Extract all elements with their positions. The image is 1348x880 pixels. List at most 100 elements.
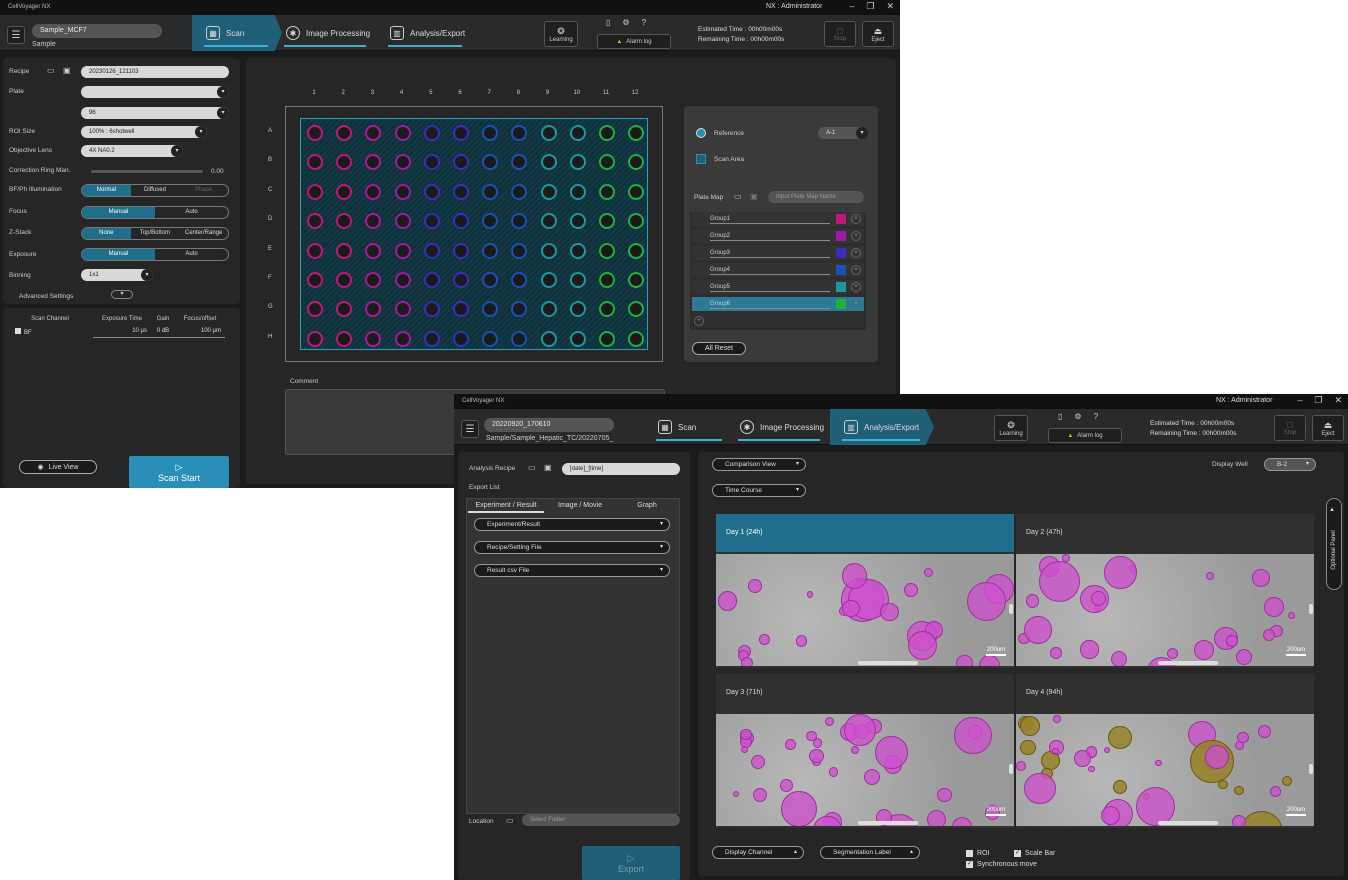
well[interactable] [365, 301, 382, 318]
comparison-view-select[interactable]: Comparison View ▾ [712, 458, 806, 471]
document-icon[interactable]: ▯ [606, 18, 610, 27]
well[interactable] [599, 125, 615, 141]
well[interactable] [453, 183, 469, 200]
well[interactable] [540, 301, 557, 318]
remove-group-icon[interactable]: × [851, 231, 861, 241]
well[interactable] [599, 242, 615, 259]
time-course-select[interactable]: Time Course ▾ [712, 484, 806, 497]
settings-icon[interactable]: ⚙ [1074, 412, 1081, 421]
group-color-swatch[interactable] [836, 265, 846, 275]
export-button[interactable]: ▷ Export [582, 846, 680, 880]
zstack-none[interactable]: None [82, 228, 131, 239]
learning-button[interactable]: ❂ Learning [544, 21, 578, 47]
horizontal-scrollbar[interactable] [858, 661, 918, 665]
well[interactable] [453, 213, 469, 230]
export-item[interactable]: Experiment/Result ▾ [474, 518, 670, 531]
well[interactable] [307, 125, 323, 141]
group-color-swatch[interactable] [836, 231, 846, 241]
display-well-select[interactable]: B-2 ▾ [1264, 458, 1316, 471]
group-color-swatch[interactable] [836, 299, 846, 309]
folder-icon[interactable]: ▭ [506, 816, 514, 825]
well[interactable] [599, 330, 615, 347]
well[interactable] [482, 213, 499, 230]
group-item[interactable]: Group3 × [692, 246, 864, 260]
well[interactable] [599, 154, 615, 171]
well[interactable] [511, 183, 528, 200]
exposure-auto[interactable]: Auto [155, 249, 228, 260]
help-icon[interactable]: ? [1094, 412, 1098, 421]
well[interactable] [423, 272, 440, 288]
well[interactable] [453, 301, 469, 318]
well[interactable] [482, 242, 499, 259]
location-field[interactable]: Select Folder [522, 814, 680, 826]
well[interactable] [599, 213, 615, 230]
focus-toggle[interactable]: Manual Auto [81, 206, 229, 219]
menu-icon[interactable]: ☰ [7, 26, 25, 44]
well[interactable] [482, 183, 499, 200]
segmentation-label-select[interactable]: Segmentation Label ▴ [820, 846, 920, 859]
well[interactable] [482, 330, 499, 347]
well[interactable] [423, 242, 440, 259]
horizontal-scrollbar[interactable] [1158, 821, 1218, 825]
well[interactable] [511, 330, 528, 347]
group-item[interactable]: Group6 × [692, 297, 864, 311]
bf-diffused[interactable]: Diffused [131, 185, 180, 196]
restore-icon[interactable]: ❐ [866, 1, 874, 12]
minimize-icon[interactable]: – [849, 1, 854, 12]
well[interactable] [628, 272, 645, 288]
zstack-top-bottom[interactable]: Top/Bottom [131, 228, 180, 239]
well[interactable] [423, 213, 440, 230]
well[interactable] [511, 242, 528, 259]
well[interactable] [540, 330, 557, 347]
sync-move-checkbox[interactable]: ✓ Synchronous move [966, 861, 1037, 868]
well[interactable] [599, 272, 615, 288]
well[interactable] [628, 242, 645, 259]
all-reset-button[interactable]: All Reset [692, 342, 746, 355]
well[interactable] [394, 272, 411, 288]
zstack-toggle[interactable]: None Top/Bottom Center/Range [81, 227, 229, 240]
well[interactable] [365, 272, 382, 288]
well[interactable] [394, 330, 411, 347]
analysis-recipe-field[interactable]: [date]_[time] [562, 463, 680, 475]
sample-name-field[interactable]: 20220920_170610 [484, 418, 614, 432]
well[interactable] [511, 272, 528, 288]
well[interactable] [394, 213, 411, 230]
export-item[interactable]: Result csv File ▾ [474, 564, 670, 577]
well[interactable] [540, 125, 557, 141]
cell-image[interactable]: 200um [1016, 714, 1314, 826]
learning-button[interactable]: ❂ Learning [994, 415, 1028, 441]
day-image-card[interactable]: Day 3 (71h) 200um [716, 674, 1014, 828]
well[interactable] [569, 154, 586, 171]
remove-group-icon[interactable]: × [851, 214, 861, 224]
scale-bar-checkbox[interactable]: ✓ Scale Bar [1014, 850, 1055, 857]
well[interactable] [307, 272, 323, 288]
well[interactable] [569, 183, 586, 200]
roi-size-select[interactable]: 100% : 6shotwell ▾ [81, 126, 207, 138]
bf-normal[interactable]: Normal [82, 185, 131, 196]
folder-icon[interactable]: ▭ [734, 192, 742, 201]
well[interactable] [394, 125, 411, 141]
plate-select[interactable]: ▾ [81, 86, 229, 98]
bf-phase[interactable]: Phase [179, 185, 228, 196]
reference-select[interactable]: A-1 ▾ [818, 127, 868, 139]
well[interactable] [628, 125, 645, 141]
vertical-scrollbar[interactable] [1309, 604, 1313, 614]
well[interactable] [569, 330, 586, 347]
well[interactable] [628, 154, 645, 171]
advanced-settings-toggle[interactable]: ▾ [111, 290, 133, 299]
remove-group-icon[interactable]: × [851, 282, 861, 292]
well[interactable] [365, 183, 382, 200]
zstack-center-range[interactable]: Center/Range [179, 228, 228, 239]
well[interactable] [482, 154, 499, 171]
group-item[interactable]: Group5 × [692, 280, 864, 294]
scan-area-checkbox[interactable] [696, 154, 706, 164]
step-scan[interactable]: ▦ Scan [644, 409, 736, 445]
well[interactable] [394, 154, 411, 171]
save-icon[interactable]: ▣ [544, 463, 552, 472]
folder-icon[interactable]: ▭ [47, 66, 55, 75]
plate-type-select[interactable]: 96 ▾ [81, 107, 229, 119]
well[interactable] [482, 125, 499, 141]
remove-group-icon[interactable]: × [851, 265, 861, 275]
well[interactable] [569, 213, 586, 230]
close-icon[interactable]: ✕ [886, 1, 894, 12]
